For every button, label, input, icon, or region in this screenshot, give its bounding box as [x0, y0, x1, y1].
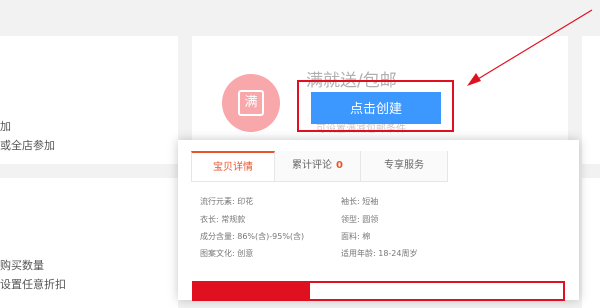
card-desc-fragment: 设置任意折扣	[0, 278, 66, 291]
review-count: 0	[336, 160, 343, 171]
product-attribute: 成分含量: 86%(含)-95%(含)	[200, 232, 305, 241]
product-attribute: 领型: 圆领	[341, 215, 379, 224]
full-gift-icon-glyph: 满	[238, 90, 264, 116]
tab-label: 宝贝详情	[213, 162, 253, 173]
annotation-arrow-icon	[467, 9, 593, 86]
product-attribute: 袖长: 短袖	[341, 197, 379, 206]
card-desc-fragment: 加	[0, 120, 11, 133]
product-attribute: 流行元素: 印花	[200, 197, 254, 206]
product-attribute: 面料: 棉	[341, 232, 371, 241]
product-attribute: 适用年龄: 18-24周岁	[341, 249, 418, 258]
tab-label: 累计评论	[292, 160, 333, 171]
card-desc-fragment: 购买数量	[0, 259, 44, 272]
highlight-bar-fill	[194, 283, 310, 299]
full-gift-icon: 满	[222, 74, 280, 132]
tab-exclusive-service[interactable]: 专享服务	[361, 151, 448, 181]
tab-item-details[interactable]: 宝贝详情	[191, 151, 275, 181]
activity-card-right-bottom	[582, 178, 600, 308]
product-attribute: 图案文化: 创意	[200, 249, 254, 258]
product-detail-popup: 宝贝详情 累计评论 0 专享服务 流行元素: 印花 袖长: 短袖 衣长: 常规款 …	[178, 140, 579, 301]
highlight-box	[297, 80, 454, 132]
tab-reviews[interactable]: 累计评论 0	[275, 151, 361, 181]
highlight-bar	[192, 281, 565, 301]
tab-label: 专享服务	[384, 160, 424, 171]
card-desc-fragment: 或全店参加	[0, 139, 55, 152]
detail-tabs: 宝贝详情 累计评论 0 专享服务	[191, 151, 448, 182]
product-attribute: 衣长: 常规款	[200, 215, 246, 224]
